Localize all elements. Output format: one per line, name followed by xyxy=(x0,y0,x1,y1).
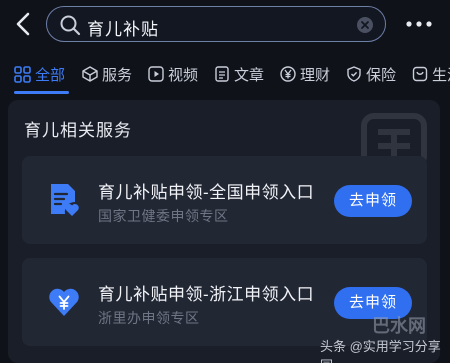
tab-label: 文章 xyxy=(234,66,265,84)
top-bar: 育儿补贴 xyxy=(0,0,450,50)
tab-label: 视频 xyxy=(168,66,199,84)
grid-icon xyxy=(14,65,31,83)
yen-icon xyxy=(280,66,296,82)
tab-video[interactable]: 视频 xyxy=(148,63,198,85)
yen-heart-icon xyxy=(49,288,79,316)
tab-label: 服务 xyxy=(102,66,133,84)
play-icon xyxy=(148,66,164,82)
search-icon xyxy=(60,15,81,36)
service-card[interactable]: 育儿补贴申领-全国申领入口 国家卫健委申领专区 去申领 xyxy=(22,156,427,244)
tab-all[interactable]: 全部 xyxy=(14,63,65,85)
back-arrow-icon[interactable] xyxy=(10,10,38,38)
active-tab-indicator xyxy=(14,91,69,94)
shield-icon xyxy=(347,66,361,82)
tab-services[interactable]: 服务 xyxy=(82,63,132,85)
form-heart-icon xyxy=(51,184,79,216)
service-card-title: 育儿补贴申领-全国申领入口 xyxy=(98,183,315,202)
search-bar[interactable]: 育儿补贴 xyxy=(46,6,386,42)
service-card[interactable]: 育儿补贴申领-浙江申领入口 浙里办申领专区 去申领 xyxy=(22,258,427,346)
service-card-subtitle: 国家卫健委申领专区 xyxy=(98,208,229,224)
tab-articles[interactable]: 文章 xyxy=(214,63,264,85)
watermark-logo: 巴水网 xyxy=(372,316,426,336)
tab-insurance[interactable]: 保险 xyxy=(346,63,396,85)
tab-label: 生活 xyxy=(432,66,450,84)
tab-label: 理财 xyxy=(300,66,331,84)
apply-button[interactable]: 去申领 xyxy=(334,185,412,217)
watermark-text: 头条 @实用学习分享园 xyxy=(320,339,441,363)
life-icon xyxy=(412,66,428,82)
category-tabs: 全部 服务 视频 文章 理财 保险 生 xyxy=(0,55,450,95)
panel-title: 育儿相关服务 xyxy=(24,121,132,140)
tab-life[interactable]: 生活 xyxy=(412,63,450,85)
service-card-subtitle: 浙里办申领专区 xyxy=(98,310,200,326)
search-query[interactable]: 育儿补贴 xyxy=(87,15,159,40)
tab-label: 全部 xyxy=(35,66,66,84)
tab-finance[interactable]: 理财 xyxy=(280,63,330,85)
clear-icon[interactable] xyxy=(357,17,373,33)
cube-icon xyxy=(82,66,98,82)
document-icon xyxy=(215,66,229,82)
more-icon[interactable] xyxy=(404,18,434,30)
service-card-title: 育儿补贴申领-浙江申领入口 xyxy=(98,285,315,304)
tab-label: 保险 xyxy=(366,66,397,84)
